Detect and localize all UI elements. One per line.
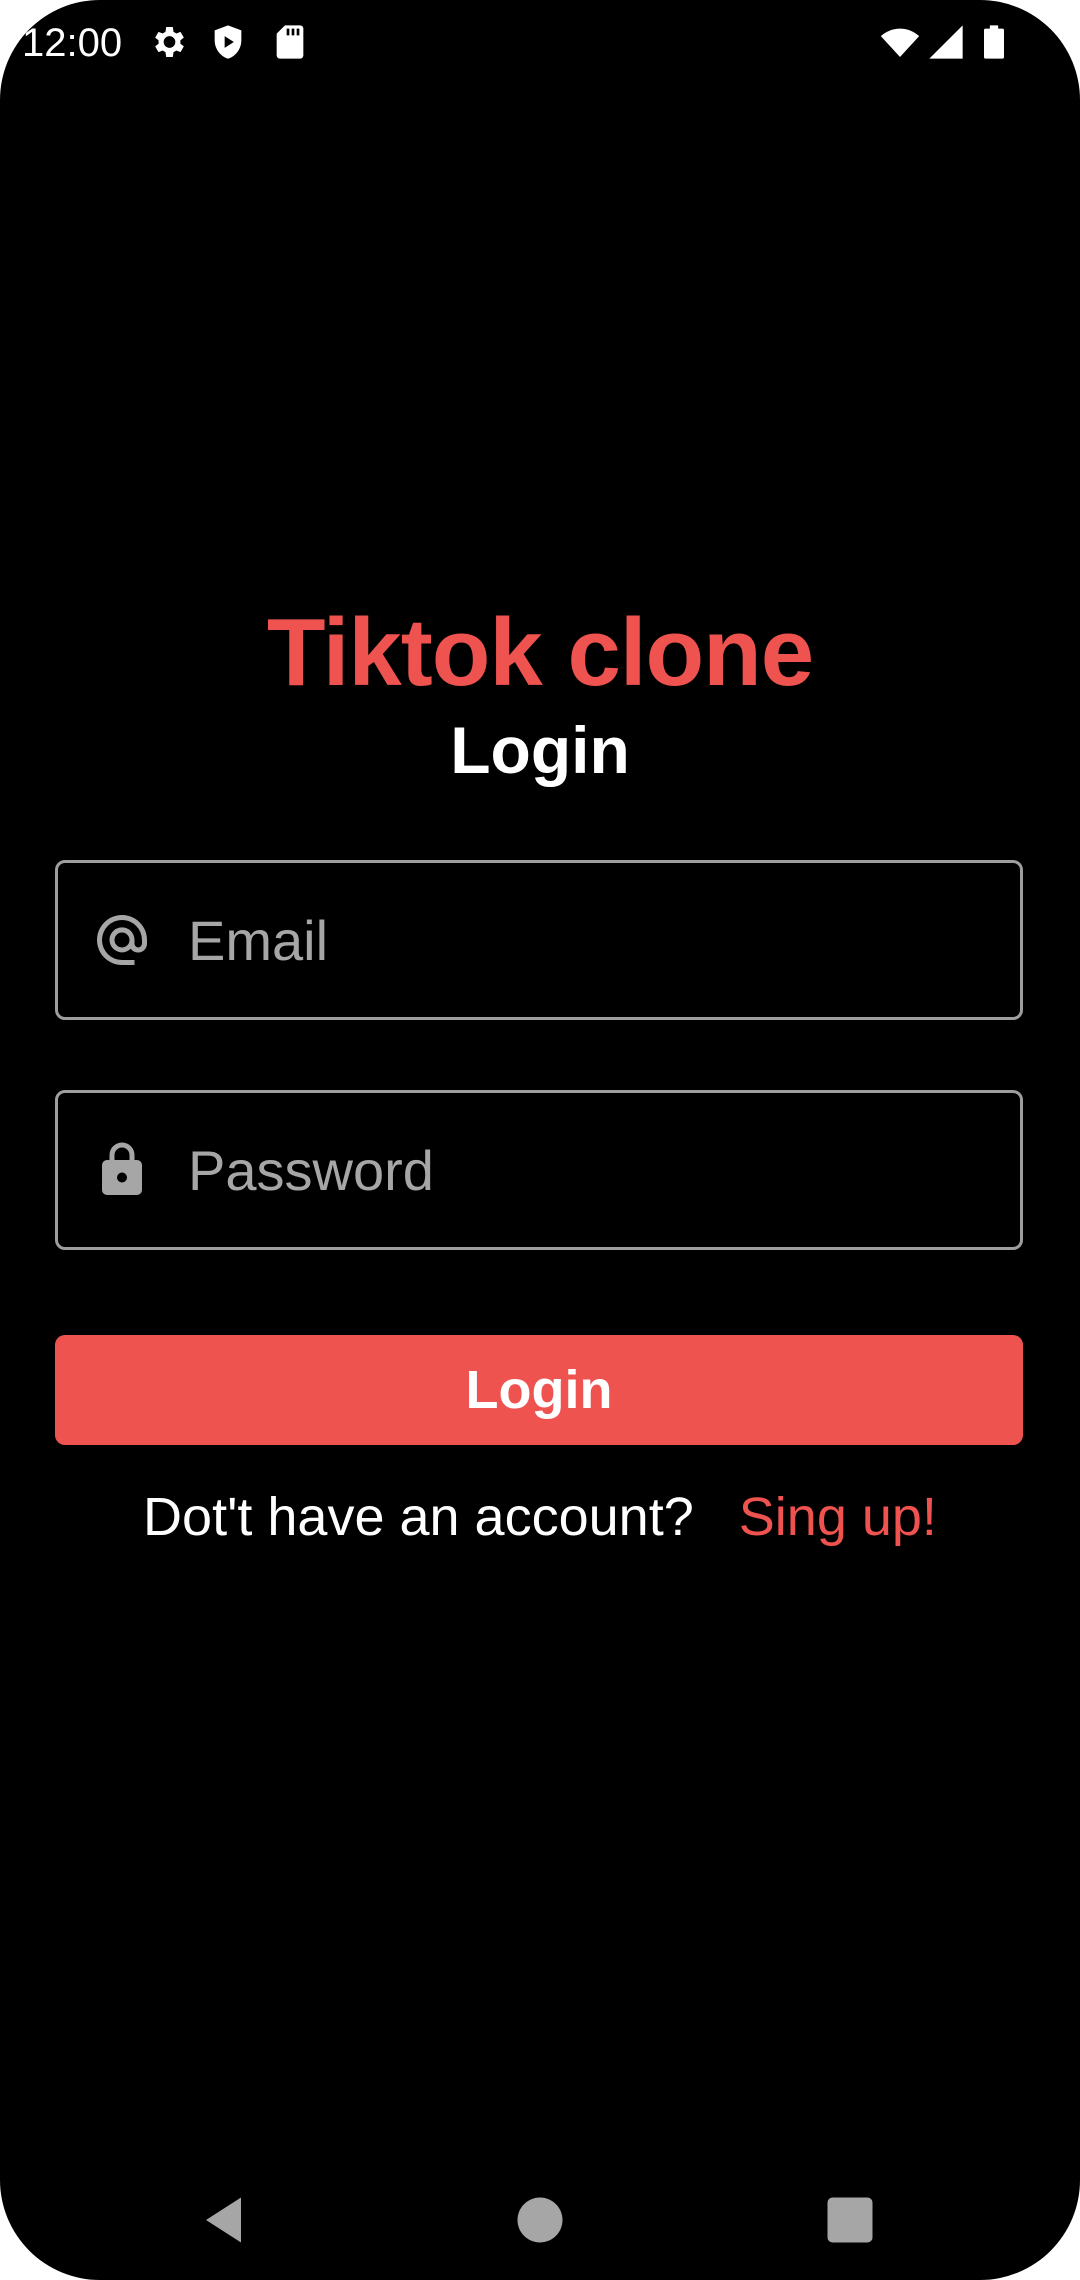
shield-play-icon: [208, 22, 248, 62]
status-bar: 12:00: [0, 0, 1080, 88]
signup-prompt: Dot't have an account? Sing up!: [0, 1482, 1080, 1552]
email-input[interactable]: [188, 863, 988, 1017]
at-sign-icon: [92, 910, 152, 970]
screen-title: Login: [450, 713, 630, 787]
back-icon[interactable]: [196, 2190, 256, 2250]
app-title: Tiktok clone: [266, 599, 814, 706]
login-button[interactable]: Login: [55, 1335, 1023, 1445]
password-input[interactable]: [188, 1093, 988, 1247]
login-screen: 12:00 Tiktok clone Login Email Login Dot…: [0, 0, 1080, 2280]
signup-prompt-text: Dot't have an account?: [143, 1487, 694, 1547]
sd-card-icon: [270, 22, 310, 62]
signup-spacer: [709, 1487, 724, 1547]
navigation-bar: [0, 2160, 1080, 2280]
home-icon[interactable]: [510, 2190, 570, 2250]
gear-icon: [148, 22, 188, 62]
battery-icon: [974, 22, 1014, 62]
lock-icon: [92, 1140, 152, 1200]
wifi-icon: [880, 22, 920, 62]
email-field[interactable]: [55, 860, 1023, 1020]
cell-signal-icon: [926, 22, 966, 62]
status-time: 12:00: [22, 21, 123, 65]
recents-icon[interactable]: [820, 2190, 880, 2250]
signup-link[interactable]: Sing up!: [739, 1487, 937, 1547]
password-field[interactable]: [55, 1090, 1023, 1250]
